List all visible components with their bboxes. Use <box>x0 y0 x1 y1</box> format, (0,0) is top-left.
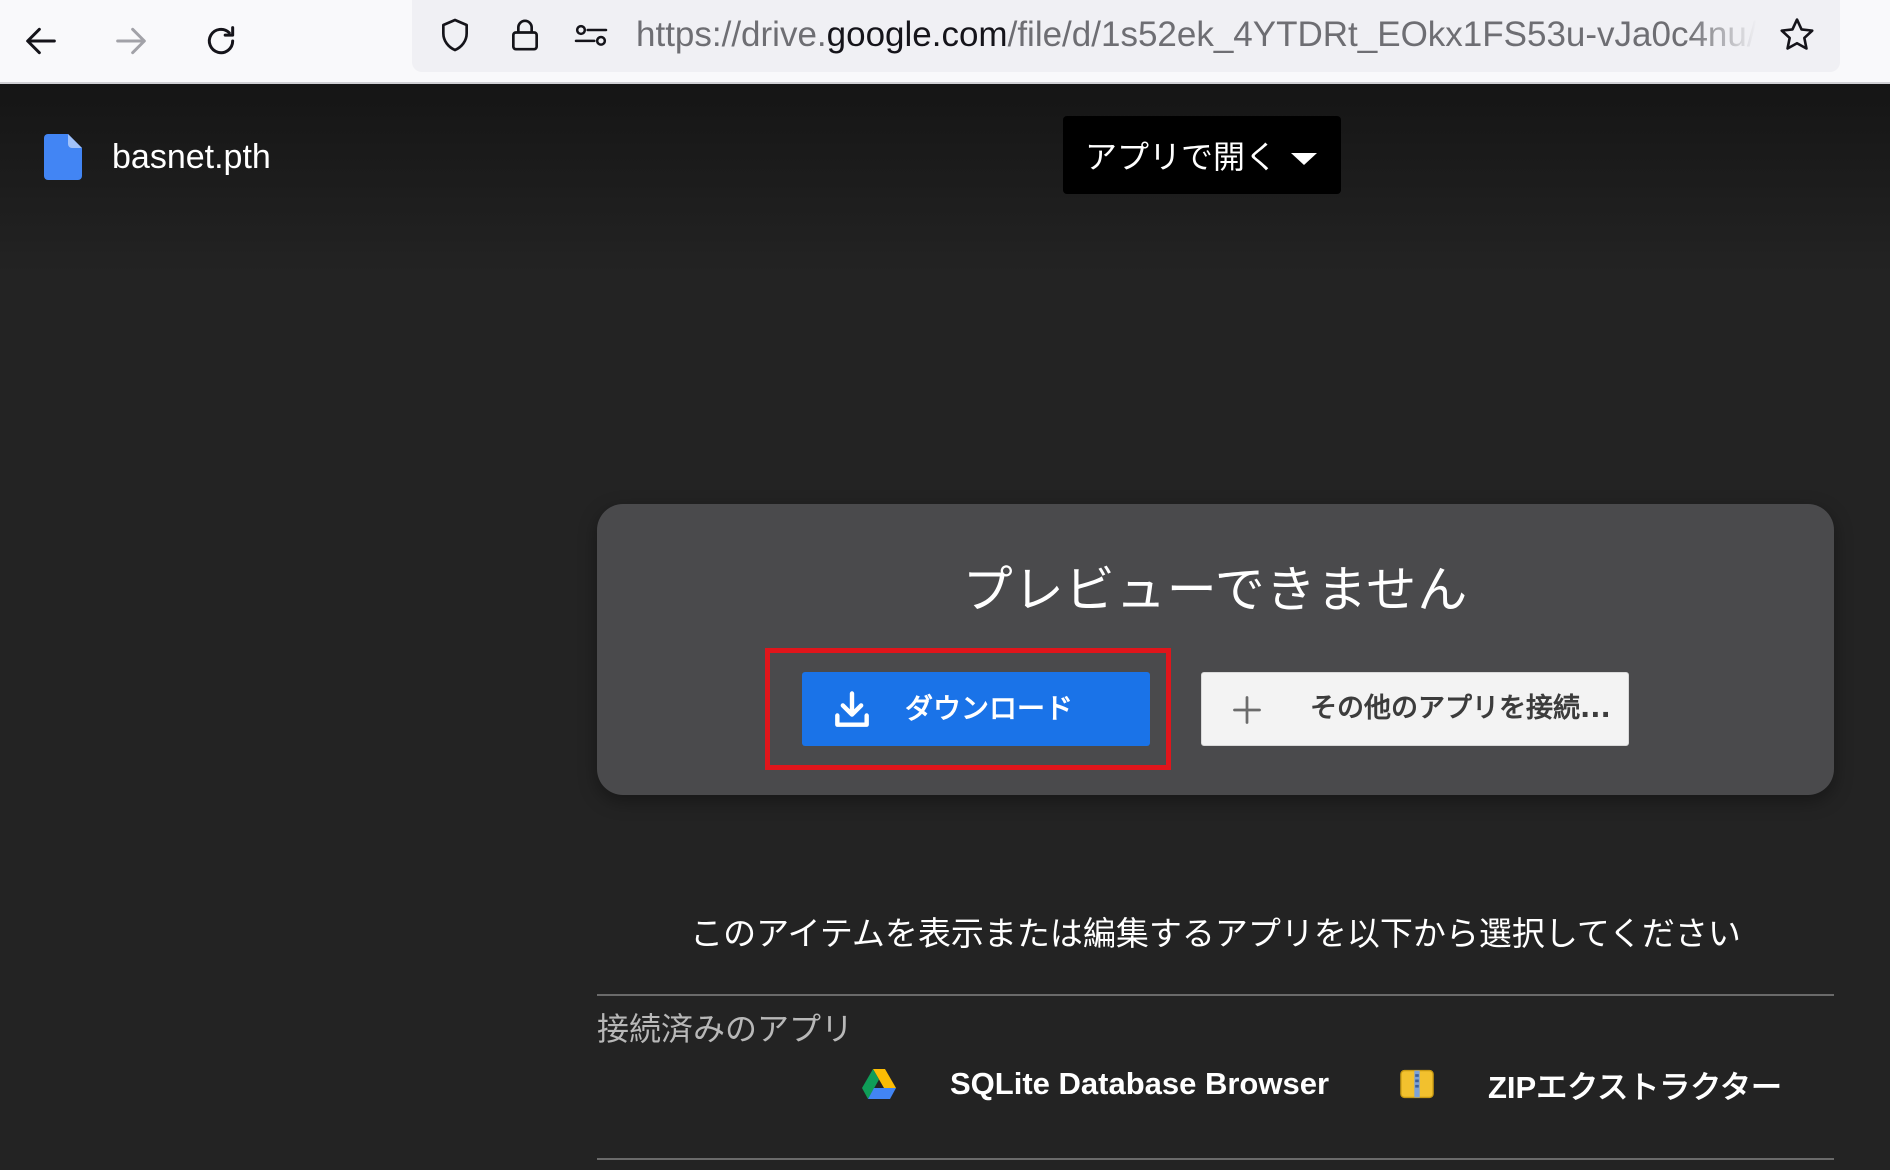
reload-button[interactable] <box>190 10 252 72</box>
google-drive-icon <box>862 1067 896 1101</box>
file-name: basnet.pth <box>112 137 271 176</box>
forward-button[interactable] <box>100 10 162 72</box>
file-icon <box>44 134 82 180</box>
tracking-protection-button[interactable] <box>430 10 480 60</box>
download-button[interactable]: ダウンロード <box>802 672 1150 746</box>
preview-unavailable-card: プレビューできません ダウンロード その他のアプリを接続... <box>597 504 1834 795</box>
instruction-text: このアイテムを表示または編集するアプリを以下から選択してください <box>690 914 1741 953</box>
divider-bottom <box>597 1158 1834 1160</box>
drive-preview-page: basnet.pth アプリで開く プレビューできません ダウンロード その他の… <box>0 84 1890 1170</box>
app-item-sqlite-database-browser[interactable]: SQLite Database Browser <box>862 1056 1329 1112</box>
connected-apps-title: 接続済みのアプリ <box>597 1010 854 1048</box>
arrow-right-icon <box>116 27 146 55</box>
site-permissions-button[interactable] <box>566 10 616 60</box>
divider-top <box>597 994 1834 996</box>
plus-icon <box>1233 696 1261 724</box>
back-button[interactable] <box>10 10 72 72</box>
star-icon <box>1780 18 1814 50</box>
caret-down-icon <box>1291 153 1317 165</box>
permissions-icon <box>574 24 608 46</box>
url-host: google.com <box>826 15 1008 54</box>
shield-icon <box>442 18 468 52</box>
open-with-label: アプリで開く <box>1085 138 1278 176</box>
download-icon <box>835 691 869 727</box>
bookmark-button[interactable] <box>1772 10 1822 60</box>
url-path: /file/d/1s52ek_4YTDRt_EOkx1FS53u-vJa0c4n… <box>1007 15 1756 54</box>
file-header: basnet.pth <box>44 132 271 182</box>
address-bar[interactable]: https://drive.google.com/file/d/1s52ek_4… <box>412 0 1840 72</box>
app-item-zip-extractor[interactable]: ZIPエクストラクター <box>1400 1056 1782 1112</box>
lock-icon <box>512 19 538 51</box>
url-text[interactable]: https://drive.google.com/file/d/1s52ek_4… <box>636 12 1756 58</box>
connect-more-apps-button[interactable]: その他のアプリを接続... <box>1201 672 1629 746</box>
site-security-button[interactable] <box>500 10 550 60</box>
download-label: ダウンロード <box>905 692 1074 725</box>
url-prefix: https://drive. <box>636 15 827 54</box>
open-with-button[interactable]: アプリで開く <box>1063 116 1341 194</box>
connect-more-apps-label: その他のアプリを接続... <box>1310 693 1611 724</box>
preview-title: プレビューできません <box>962 561 1469 619</box>
zip-archive-icon <box>1400 1067 1434 1101</box>
reload-icon <box>207 26 235 55</box>
app-name: SQLite Database Browser <box>950 1066 1330 1101</box>
browser-toolbar: https://drive.google.com/file/d/1s52ek_4… <box>0 0 1890 84</box>
arrow-left-icon <box>26 27 56 55</box>
app-name: ZIPエクストラクター <box>1488 1069 1783 1105</box>
